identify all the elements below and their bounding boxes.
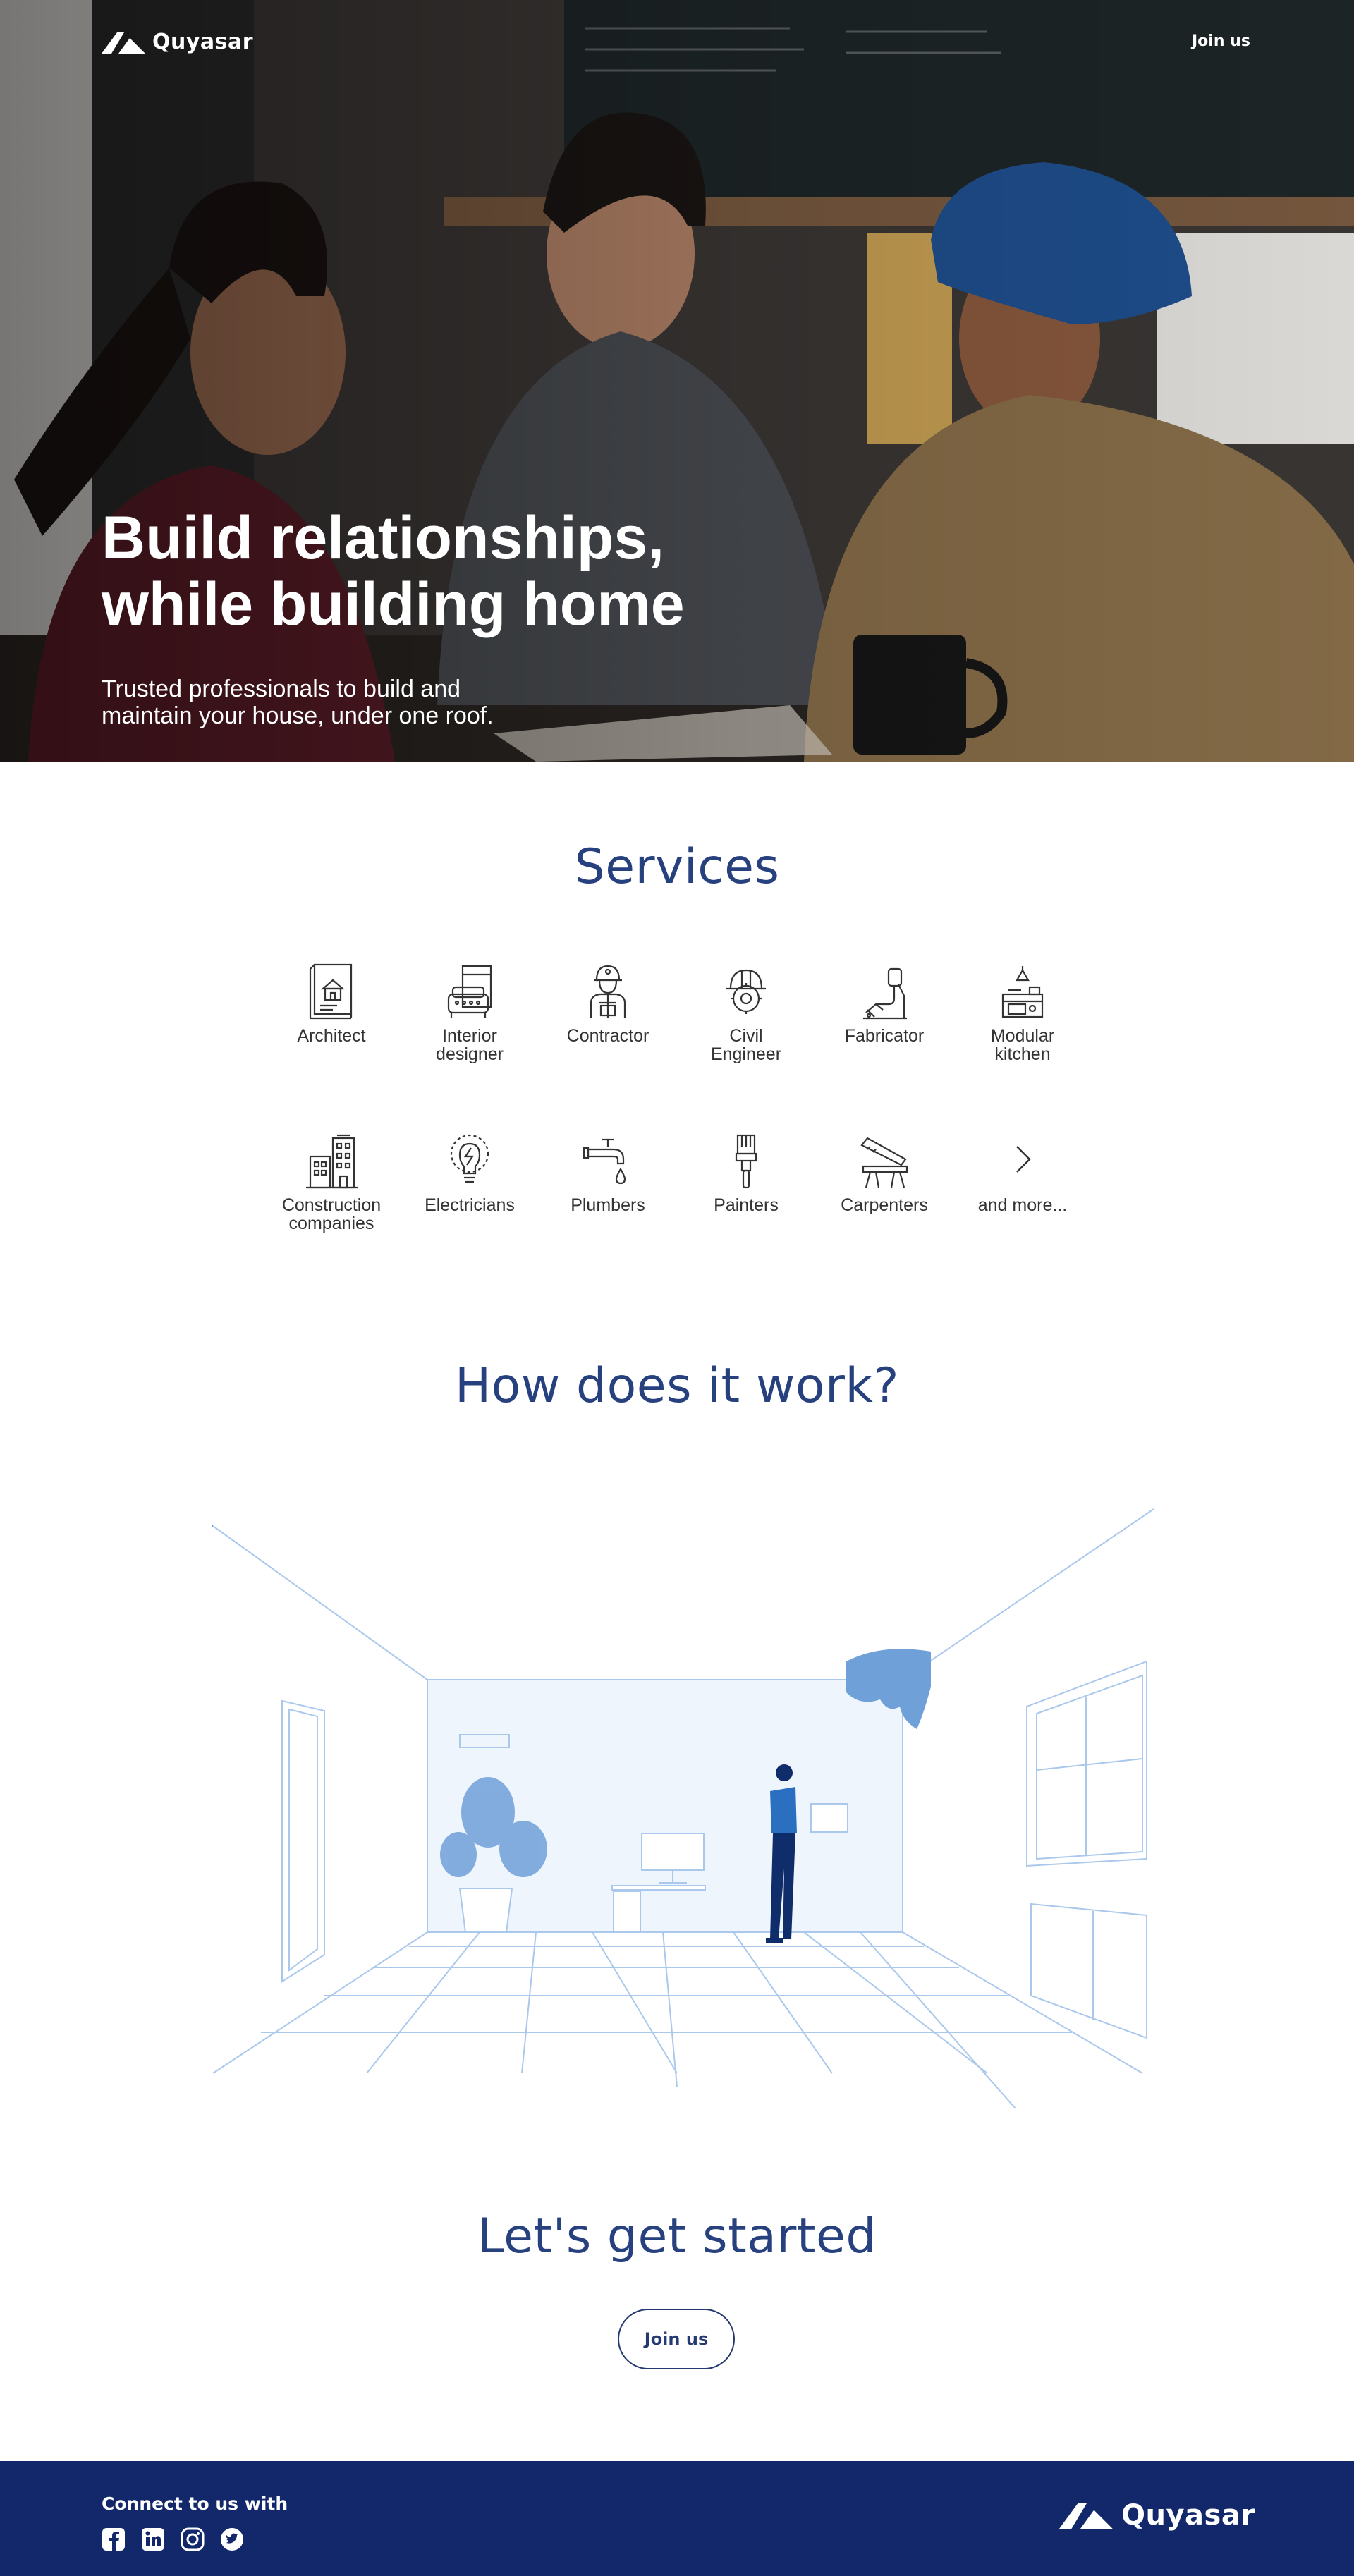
worker-hat-icon <box>590 965 626 1018</box>
join-us-button[interactable]: Join us <box>618 2309 735 2369</box>
paint-brush-icon <box>735 1134 757 1189</box>
room-illustration <box>212 1508 1154 2108</box>
service-electricians[interactable]: Electricians <box>401 1128 539 1214</box>
hero-section: Quyasar Join us Build relationships, whi… <box>0 0 1354 762</box>
header-logo[interactable]: Quyasar <box>102 30 253 54</box>
footer-connect-label: Connect to us with <box>102 2493 288 2514</box>
helmet-gear-icon <box>726 969 766 1014</box>
tap-drop-icon <box>583 1138 626 1185</box>
service-modular-kitchen[interactable]: Modular kitchen <box>953 959 1092 1063</box>
roof-logo-icon <box>1059 2503 1114 2529</box>
sofa-plan-icon <box>447 965 492 1018</box>
service-architect[interactable]: Architect <box>262 959 401 1045</box>
buildings-icon <box>306 1134 358 1189</box>
facebook-icon[interactable] <box>102 2527 126 2551</box>
service-label: Electricians <box>425 1195 515 1215</box>
brand-name: Quyasar <box>152 30 254 54</box>
cta-title: Let's get started <box>477 2209 877 2264</box>
service-and-more[interactable]: and more... <box>953 1128 1092 1214</box>
how-it-works-title: How does it work? <box>455 1358 899 1414</box>
service-carpenters[interactable]: Carpenters <box>815 1128 953 1214</box>
service-label: and more... <box>977 1195 1068 1215</box>
footer: Connect to us with Quyasar <box>0 2461 1354 2576</box>
service-label: Contractor <box>566 1026 649 1046</box>
hero-title-line1: Build relationships, <box>102 504 664 572</box>
chevron-right-icon <box>1016 1146 1031 1173</box>
service-construction-companies[interactable]: Construction companies <box>262 1128 401 1233</box>
service-label: Carpenters <box>841 1195 928 1215</box>
hero-subtitle: Trusted professionals to build and maint… <box>102 676 595 729</box>
service-label: Interior <box>442 1026 497 1046</box>
social-links <box>102 2527 244 2551</box>
service-civil-engineer[interactable]: Civil Engineer <box>677 959 815 1063</box>
hero-subtitle-line2: maintain your house, under one roof. <box>102 702 494 729</box>
service-painters[interactable]: Painters <box>677 1128 815 1214</box>
kitchen-stove-icon <box>1001 966 1044 1018</box>
join-us-link[interactable]: Join us <box>1192 32 1250 50</box>
services-title: Services <box>574 839 780 895</box>
hero-overlay <box>0 0 1354 762</box>
service-interior-designer[interactable]: Interior designer <box>401 959 539 1063</box>
hero-title: Build relationships, while building home <box>102 505 877 637</box>
bulb-bolt-icon <box>450 1134 489 1183</box>
welding-arm-icon <box>863 967 907 1020</box>
saw-bench-icon <box>860 1137 908 1188</box>
service-label-2: Engineer <box>710 1044 782 1064</box>
service-label: Fabricator <box>844 1026 925 1046</box>
service-label-2: kitchen <box>994 1044 1051 1064</box>
service-plumbers[interactable]: Plumbers <box>539 1128 677 1214</box>
instagram-icon[interactable] <box>181 2527 205 2551</box>
service-contractor[interactable]: Contractor <box>539 959 677 1045</box>
linkedin-icon[interactable] <box>141 2527 165 2551</box>
service-label: Construction <box>281 1195 382 1215</box>
service-fabricator[interactable]: Fabricator <box>815 959 953 1045</box>
twitter-icon[interactable] <box>220 2527 244 2551</box>
service-label: Civil <box>729 1026 763 1046</box>
footer-logo[interactable]: Quyasar <box>1058 2499 1255 2532</box>
hero-title-line2: while building home <box>102 570 685 638</box>
brand-name: Quyasar <box>1121 2499 1255 2532</box>
service-label: Painters <box>714 1195 779 1215</box>
service-label: Architect <box>297 1026 366 1046</box>
service-label-2: companies <box>288 1214 374 1233</box>
hero-subtitle-line1: Trusted professionals to build and <box>102 676 461 702</box>
blueprint-house-icon <box>309 963 353 1020</box>
service-label-2: designer <box>436 1044 504 1064</box>
service-label: Plumbers <box>571 1195 645 1215</box>
roof-logo-icon <box>102 32 145 54</box>
service-label: Modular <box>990 1026 1055 1046</box>
